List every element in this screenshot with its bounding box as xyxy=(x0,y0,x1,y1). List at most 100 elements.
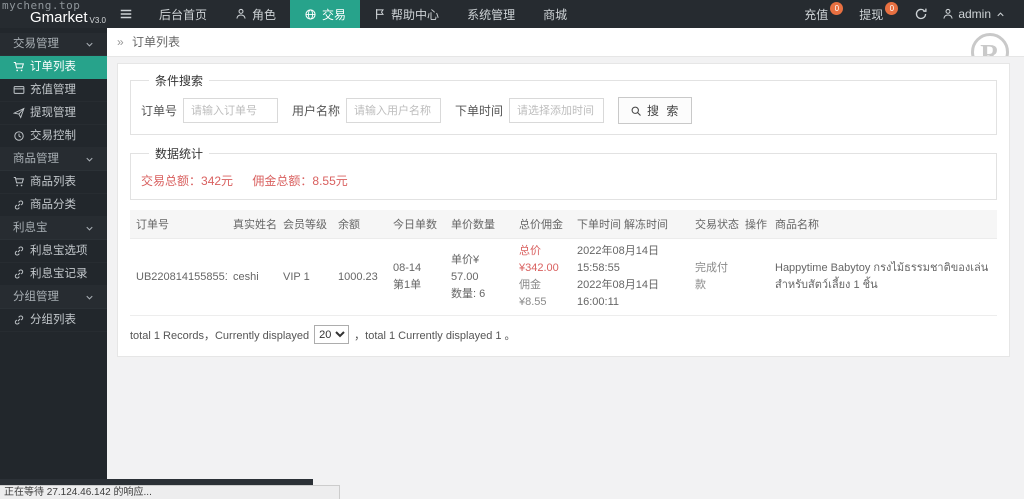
search-button[interactable]: 搜 索 xyxy=(618,97,693,124)
sidebar-item-recharge-mgmt[interactable]: 充值管理 xyxy=(0,79,107,102)
top-nav: 后台首页 角色 交易 帮助中心 系统管理 商城 xyxy=(107,0,581,28)
link-icon xyxy=(13,314,25,326)
total-price: 总价¥342.00 xyxy=(519,245,559,275)
sidebar-group-trade-mgmt[interactable]: 交易管理 xyxy=(0,33,107,56)
quantity: 数量: 6 xyxy=(451,287,486,300)
search-row: 订单号 用户名称 下单时间 搜 索 xyxy=(141,97,986,124)
recharge-link[interactable]: 充值 0 xyxy=(796,1,851,23)
username: admin xyxy=(958,7,991,21)
nav-item-trade[interactable]: 交易 xyxy=(290,0,361,28)
order-no-label: 订单号 xyxy=(141,104,178,118)
commission-total-label: 佣金总额： xyxy=(252,174,313,188)
username-label: 用户名称 xyxy=(292,104,341,118)
order-list-panel: 条件搜索 订单号 用户名称 下单时间 搜 索 xyxy=(117,63,1010,358)
nav-item-label: 角色 xyxy=(252,7,277,22)
cell-price-qty: 单价¥ 57.00 数量: 6 xyxy=(445,238,513,317)
col-level: 会员等级 xyxy=(277,210,332,239)
sidebar-item-goods-category[interactable]: 商品分类 xyxy=(0,194,107,217)
link-icon xyxy=(13,245,25,257)
sidebar-item-label: 利息宝选项 xyxy=(30,244,88,257)
cell-order-no: UB2208141558551520 xyxy=(130,238,227,317)
sidebar-item-label: 订单列表 xyxy=(30,60,76,73)
sidebar-item-interest-records[interactable]: 利息宝记录 xyxy=(0,263,107,286)
sidebar-item-group-list[interactable]: 分组列表 xyxy=(0,309,107,332)
cell-product-name: Happytime Babytoy กรงไม้ธรรมชาติของเล่นส… xyxy=(769,238,997,317)
commission-total-value: 8.55元 xyxy=(312,174,348,188)
site-watermark: mycheng.top xyxy=(2,0,81,12)
cell-today-orders: 08-14 第1单 xyxy=(387,238,445,317)
sidebar-item-label: 商品列表 xyxy=(30,175,76,188)
sidebar-item-order-list[interactable]: 订单列表 xyxy=(0,56,107,79)
clock-icon xyxy=(13,130,25,142)
sidebar-group-label: 商品管理 xyxy=(13,152,59,165)
sidebar-group-goods-mgmt[interactable]: 商品管理 xyxy=(0,148,107,171)
nav-item-roles[interactable]: 角色 xyxy=(221,0,290,28)
sidebar-item-trade-control[interactable]: 交易控制 xyxy=(0,125,107,148)
pagination-text-after: ，total 1 Currently displayed 1 。 xyxy=(354,329,516,342)
pagination: total 1 Records，Currently displayed 20 ，… xyxy=(130,325,997,345)
trade-total: 交易总额：342元 xyxy=(141,174,233,188)
sidebar-group-label: 分组管理 xyxy=(13,290,59,303)
col-real-name: 真实姓名 xyxy=(227,210,277,239)
cell-status: 完成付款 xyxy=(689,238,739,317)
nav-item-label: 系统管理 xyxy=(467,7,516,22)
search-fieldset: 条件搜索 订单号 用户名称 下单时间 搜 索 xyxy=(130,72,997,135)
main-content: » 订单列表 R 条件搜索 订单号 用户名称 下单时间 xyxy=(107,28,1024,489)
nav-item-system[interactable]: 系统管理 xyxy=(453,0,529,28)
registered-mark-logo: R xyxy=(971,33,1009,56)
order-time-input[interactable] xyxy=(509,98,605,123)
username-input[interactable] xyxy=(346,98,442,123)
recharge-label: 充值 xyxy=(804,7,829,22)
page-size-select[interactable]: 20 xyxy=(314,325,350,345)
refresh-button[interactable] xyxy=(906,7,936,21)
nav-item-home[interactable]: 后台首页 xyxy=(145,0,221,28)
top-bar: GmarketV3.0 后台首页 角色 交易 帮助中心 系统管理 商城 充值 xyxy=(0,0,1024,28)
cart-icon xyxy=(13,61,25,73)
col-order-no: 订单号 xyxy=(130,210,227,239)
unit-price: 单价¥ 57.00 xyxy=(451,253,480,283)
sidebar-item-goods-list[interactable]: 商品列表 xyxy=(0,171,107,194)
withdraw-link[interactable]: 提现 0 xyxy=(851,1,906,23)
table-header-row: 订单号 真实姓名 会员等级 余额 今日单数 单价数量 总价佣金 下单时间 解冻时… xyxy=(130,210,997,239)
search-icon xyxy=(630,105,642,117)
table-row: UB2208141558551520 ceshi VIP 1 1000.23 0… xyxy=(130,238,997,317)
stats-line: 交易总额：342元 佣金总额：8.55元 xyxy=(141,168,986,189)
sidebar-group-interest[interactable]: 利息宝 xyxy=(0,217,107,240)
person-icon xyxy=(235,8,247,20)
withdraw-badge: 0 xyxy=(885,1,899,15)
search-button-label: 搜 索 xyxy=(647,104,681,118)
nav-item-label: 交易 xyxy=(322,7,347,22)
nav-item-label: 后台首页 xyxy=(159,7,208,22)
sidebar-item-withdraw-mgmt[interactable]: 提现管理 xyxy=(0,102,107,125)
logo-version: V3.0 xyxy=(89,16,106,25)
sidebar-item-interest-options[interactable]: 利息宝选项 xyxy=(0,240,107,263)
cell-total-commission: 总价¥342.00 佣金¥8.55 xyxy=(513,238,571,317)
cell-order-time: 2022年08月14日 15:58:55 2022年08月14日 16:00:1… xyxy=(571,238,689,317)
col-today-orders: 今日单数 xyxy=(387,210,445,239)
sidebar-item-label: 交易控制 xyxy=(30,129,76,142)
withdraw-label: 提现 xyxy=(859,7,884,22)
chevron-down-icon xyxy=(84,223,95,234)
person-icon xyxy=(942,8,954,20)
pagination-text-before: total 1 Records，Currently displayed xyxy=(130,329,310,342)
sidebar-toggle-button[interactable] xyxy=(107,0,145,28)
search-legend: 条件搜索 xyxy=(155,74,204,88)
breadcrumb-arrow: » xyxy=(117,35,124,49)
order-time: 2022年08月14日 15:58:55 xyxy=(577,245,659,275)
nav-item-help-center[interactable]: 帮助中心 xyxy=(360,0,453,28)
topbar-right: 充值 0 提现 0 admin xyxy=(796,0,1024,28)
recharge-badge: 0 xyxy=(830,1,844,15)
link-icon xyxy=(13,199,25,211)
nav-item-mall[interactable]: 商城 xyxy=(529,0,581,28)
nav-item-label: 商城 xyxy=(543,7,568,22)
sidebar-group-label: 利息宝 xyxy=(13,221,48,234)
col-action: 操作 xyxy=(739,210,769,239)
username-field: 用户名称 xyxy=(292,98,442,123)
trade-total-label: 交易总额： xyxy=(141,174,202,188)
sidebar-group-group-mgmt[interactable]: 分组管理 xyxy=(0,286,107,309)
order-no-input[interactable] xyxy=(183,98,279,123)
sidebar-item-label: 充值管理 xyxy=(30,83,76,96)
credit-card-icon xyxy=(13,84,25,96)
cell-real-name: ceshi xyxy=(227,238,277,317)
user-menu[interactable]: admin xyxy=(936,7,1012,21)
